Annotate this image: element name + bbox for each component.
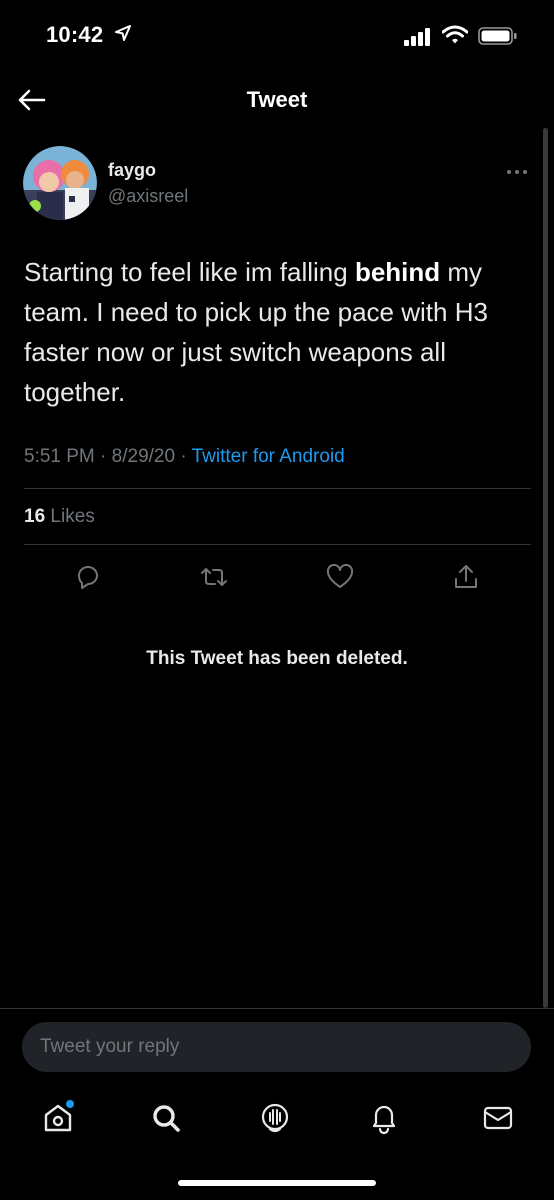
- battery-icon: [478, 27, 518, 50]
- tab-messages[interactable]: [478, 1098, 518, 1138]
- deleted-tweet-notice: This Tweet has been deleted.: [146, 648, 408, 669]
- location-arrow-icon: [114, 24, 132, 47]
- tweet-text: Starting to feel like im falling behind …: [24, 257, 488, 407]
- avatar[interactable]: [23, 146, 97, 220]
- share-icon: [455, 565, 477, 588]
- tweet-time: 5:51 PM: [24, 446, 95, 467]
- page-title: Tweet: [246, 87, 308, 112]
- cellular-signal-icon: [404, 28, 432, 51]
- tweet-date: 8/29/20: [111, 446, 176, 467]
- nav-header: Tweet: [0, 72, 554, 128]
- divider: [24, 488, 531, 489]
- divider: [0, 1008, 554, 1009]
- likes-count[interactable]: 16 Likes: [24, 506, 95, 528]
- tab-notifications[interactable]: [364, 1098, 404, 1138]
- retweet-button[interactable]: [197, 560, 231, 594]
- status-time: 10:42: [46, 22, 104, 47]
- author-display-name[interactable]: faygo: [108, 160, 156, 181]
- wifi-icon: [441, 25, 469, 50]
- reply-icon: [78, 566, 98, 589]
- divider: [24, 544, 531, 545]
- author-handle[interactable]: @axisreel: [108, 186, 188, 207]
- tweet-metadata: 5:51 PM · 8/29/20 · Twitter for Android: [24, 446, 345, 467]
- messages-icon: [483, 1106, 513, 1130]
- spaces-icon: [261, 1103, 289, 1133]
- tweet-text-bold: behind: [354, 257, 441, 287]
- like-button[interactable]: [323, 560, 357, 594]
- home-indicator: [178, 1180, 376, 1186]
- more-dots-icon: [507, 170, 527, 174]
- heart-icon: [326, 564, 354, 588]
- tab-search[interactable]: [146, 1098, 186, 1138]
- scrollbar[interactable]: [543, 128, 548, 1008]
- retweet-icon: [201, 568, 227, 586]
- search-icon: [153, 1105, 180, 1132]
- reply-input[interactable]: [22, 1022, 531, 1072]
- status-bar: 10:42: [0, 0, 554, 72]
- reply-button[interactable]: [71, 560, 105, 594]
- notification-dot: [66, 1100, 74, 1108]
- share-button[interactable]: [449, 560, 483, 594]
- more-options-button[interactable]: [500, 160, 534, 184]
- tab-spaces[interactable]: [255, 1098, 295, 1138]
- tab-home[interactable]: [38, 1098, 78, 1138]
- tweet-source-link[interactable]: Twitter for Android: [192, 446, 345, 467]
- notifications-icon: [372, 1105, 396, 1134]
